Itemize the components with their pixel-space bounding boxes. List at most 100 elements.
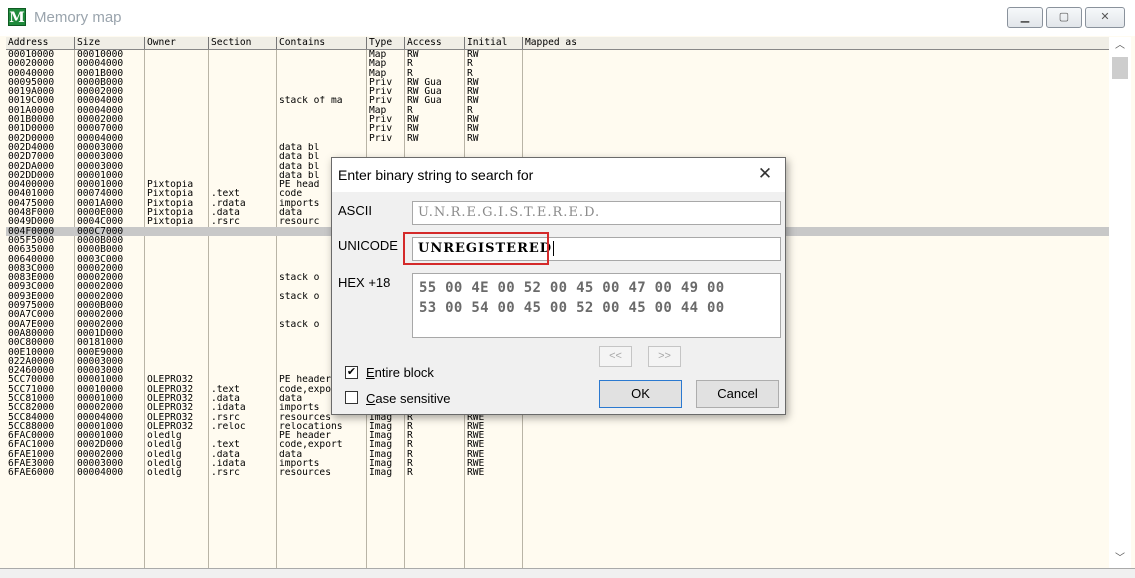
table-row[interactable]: 0019A000 00002000 Priv RW Gua RW	[6, 87, 1109, 96]
table-row[interactable]: 5CC88000 00001000 OLEPRO32 .reloc relocation…	[6, 422, 1109, 431]
cell-size: 00003000	[77, 356, 124, 367]
table-row[interactable]: 00040000 0001B000 Map R R	[6, 69, 1109, 78]
cell-access: R	[407, 59, 413, 69]
cell-address: 022A0000	[8, 356, 55, 367]
cell-address: 6FAC1000	[8, 440, 55, 450]
cell-access: RW	[407, 133, 419, 143]
table-row[interactable]: 001B0000 00002000 Priv RW RW	[6, 115, 1109, 124]
previous-button[interactable]: <<	[599, 346, 632, 367]
table-row[interactable]: 6FAC0000 00001000 oledlg PE header Imag R RWE	[6, 431, 1109, 440]
cell-contains: resources	[279, 468, 331, 478]
cell-owner: Pixtopia	[147, 198, 194, 209]
cell-address: 00401000	[8, 189, 55, 199]
vertical-scrollbar[interactable]: ︿ ﹀	[1109, 37, 1131, 568]
cell-size: 00002000	[77, 115, 124, 125]
cell-size: 00001000	[77, 375, 124, 385]
case-sensitive-text: ase sensitive	[375, 391, 451, 406]
table-row[interactable]: 6FAE6000 00004000 oledlg .rsrc resources Imag…	[6, 468, 1109, 477]
ascii-label: ASCII	[338, 203, 372, 218]
cell-address: 0093C000	[8, 282, 55, 292]
scroll-thumb[interactable]	[1112, 57, 1128, 79]
case-sensitive-label[interactable]: Case sensitive	[366, 391, 451, 406]
column-header-address[interactable]: Address	[6, 37, 75, 49]
cell-size: 00003000	[77, 152, 124, 162]
cell-type: Priv	[369, 124, 393, 134]
cell-owner: oledlg	[147, 431, 182, 441]
cell-contains: stack of ma	[279, 96, 343, 106]
cell-section: .text	[211, 440, 240, 450]
cell-initial: RW	[467, 115, 479, 125]
entire-block-label[interactable]: Entire block	[366, 365, 434, 380]
cell-section: .idata	[211, 403, 246, 413]
cell-size: 000E9000	[77, 347, 124, 357]
cell-address: 002D4000	[8, 142, 55, 153]
cell-contains: relocations	[279, 421, 343, 432]
cell-size: 0000E000	[77, 208, 124, 218]
column-header-contains[interactable]: Contains	[277, 37, 367, 49]
cell-contains: PE header	[279, 431, 331, 441]
hex-label: HEX +18	[338, 275, 391, 290]
search-dialog: Enter binary string to search for ✕ ASCI…	[331, 157, 786, 415]
cell-address: 0083E000	[8, 273, 55, 283]
cell-address: 00475000	[8, 198, 55, 209]
cell-address: 002D0000	[8, 133, 55, 143]
cell-size: 00004000	[77, 59, 124, 69]
cell-access: R	[407, 68, 413, 78]
close-button[interactable]: ✕	[1085, 7, 1125, 28]
table-row[interactable]: 0019C000 00004000 stack of ma Priv RW Gua RW	[6, 96, 1109, 105]
maximize-button[interactable]: ▢	[1046, 7, 1082, 28]
table-row[interactable]: 002D0000 00004000 Priv RW RW	[6, 134, 1109, 143]
cell-owner: oledlg	[147, 468, 182, 478]
ok-button[interactable]: OK	[599, 380, 682, 408]
scroll-down-icon[interactable]: ﹀	[1109, 550, 1131, 568]
scroll-up-icon[interactable]: ︿	[1109, 37, 1131, 55]
cell-address: 00635000	[8, 245, 55, 255]
entire-block-checkbox[interactable]: ✔	[345, 366, 358, 379]
cell-address: 001A0000	[8, 105, 55, 116]
cell-size: 00001000	[77, 180, 124, 190]
cell-access: R	[407, 421, 413, 432]
case-sensitive-checkbox[interactable]	[345, 391, 358, 404]
cell-address: 02460000	[8, 366, 55, 376]
table-row[interactable]: 001A0000 00004000 Map R R	[6, 106, 1109, 115]
cell-address: 6FAE6000	[8, 468, 55, 478]
cell-type: Map	[369, 68, 387, 78]
cell-size: 00002000	[77, 310, 124, 320]
column-header-type[interactable]: Type	[367, 37, 405, 49]
table-row[interactable]: 00095000 0000B000 Priv RW Gua RW	[6, 78, 1109, 87]
column-header-size[interactable]: Size	[75, 37, 145, 49]
cell-type: Priv	[369, 77, 393, 88]
cell-address: 5CC84000	[8, 412, 55, 422]
cell-contains: imports	[279, 459, 320, 469]
cell-access: R	[407, 105, 413, 116]
cell-size: 00002000	[77, 263, 124, 274]
cell-size: 00004000	[77, 412, 124, 422]
ascii-input[interactable]: U.N.R.E.G.I.S.T.E.R.E.D.	[412, 201, 781, 225]
column-header-section[interactable]: Section	[209, 37, 277, 49]
cancel-button[interactable]: Cancel	[696, 380, 779, 408]
column-header-initial[interactable]: Initial	[465, 37, 523, 49]
column-header-access[interactable]: Access	[405, 37, 465, 49]
cell-owner: oledlg	[147, 459, 182, 469]
next-button[interactable]: >>	[648, 346, 681, 367]
hex-input[interactable]: 55 00 4E 00 52 00 45 00 47 00 49 00 53 0…	[412, 273, 781, 338]
cell-address: 002DA000	[8, 161, 55, 171]
minimize-button[interactable]: ▁	[1007, 7, 1043, 28]
table-row[interactable]: 6FAE1000 00002000 oledlg .data data Imag R RWE	[6, 450, 1109, 459]
table-row[interactable]: 002D4000 00003000 data bl	[6, 143, 1109, 152]
table-row[interactable]: 00010000 00010000 Map RW RW	[6, 50, 1109, 59]
table-row[interactable]: 6FAC1000 0002D000 oledlg .text code,export Im…	[6, 440, 1109, 449]
cell-access: R	[407, 440, 413, 450]
cell-access: RW	[407, 124, 419, 134]
cell-contains: code,export	[279, 440, 343, 450]
dialog-close-icon[interactable]: ✕	[752, 163, 778, 185]
cell-access: R	[407, 459, 413, 469]
table-row[interactable]: 001D0000 00007000 Priv RW RW	[6, 124, 1109, 133]
column-header-mapped-as[interactable]: Mapped as	[523, 37, 1109, 49]
table-row[interactable]: 00020000 00004000 Map R R	[6, 59, 1109, 68]
hex-line-2: 53 00 54 00 45 00 52 00 45 00 44 00	[419, 300, 725, 316]
table-row[interactable]: 6FAE3000 00003000 oledlg .idata imports Imag R…	[6, 459, 1109, 468]
column-header-owner[interactable]: Owner	[145, 37, 209, 49]
cell-address: 6FAC0000	[8, 431, 55, 441]
cell-owner: oledlg	[147, 440, 182, 450]
